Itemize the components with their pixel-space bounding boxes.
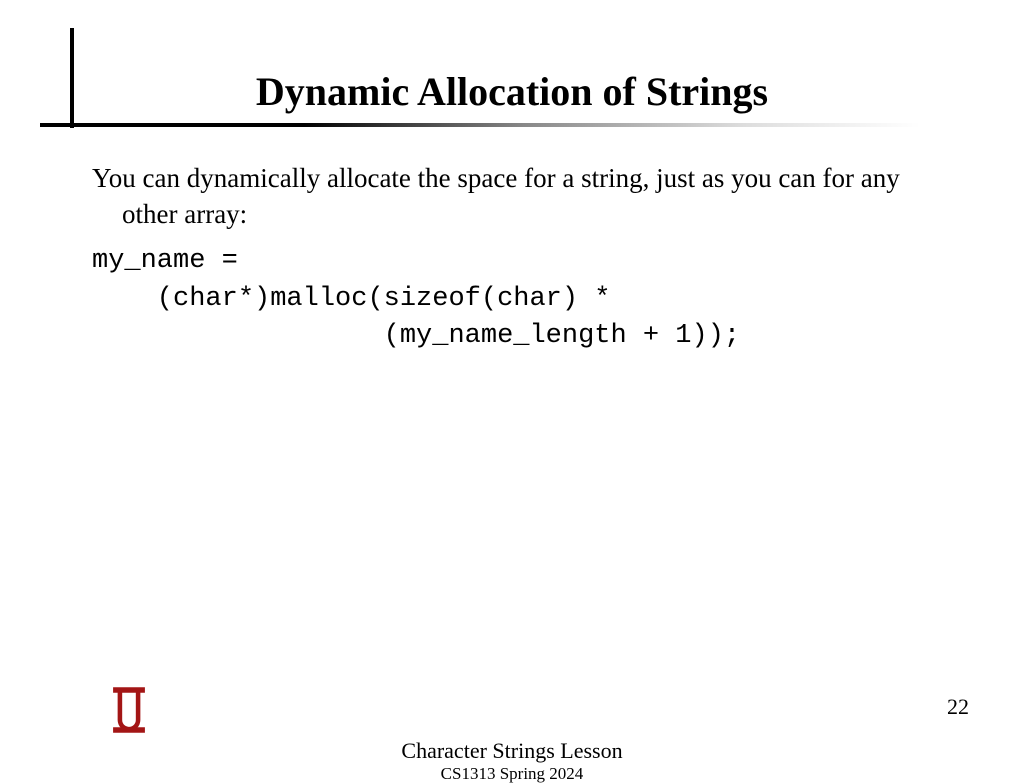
code-block: my_name = (char*)malloc(sizeof(char) * (… [92, 243, 932, 356]
footer-lesson: Character Strings Lesson [0, 738, 1024, 764]
page-number: 22 [947, 694, 969, 720]
slide-body: You can dynamically allocate the space f… [92, 160, 932, 356]
body-paragraph: You can dynamically allocate the space f… [92, 160, 932, 233]
footer-center: Character Strings Lesson CS1313 Spring 2… [0, 738, 1024, 784]
slide: Dynamic Allocation of Strings You can dy… [0, 0, 1024, 768]
horizontal-divider [40, 123, 920, 127]
slide-title: Dynamic Allocation of Strings [0, 68, 1024, 115]
ou-logo-icon [105, 685, 153, 735]
footer-course: CS1313 Spring 2024 [0, 764, 1024, 784]
